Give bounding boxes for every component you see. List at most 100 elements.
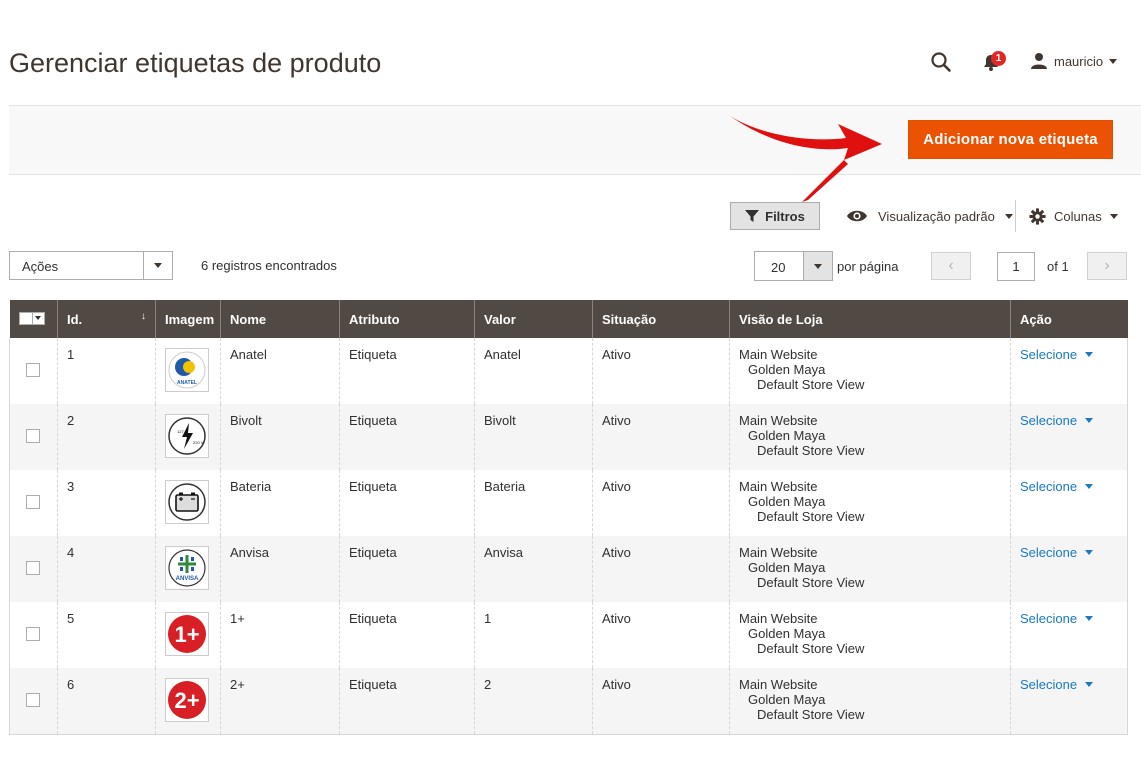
chevron-down-icon: [1085, 550, 1094, 555]
row-checkbox[interactable]: [26, 627, 40, 641]
row-action-select[interactable]: Selecione: [1020, 611, 1094, 626]
bivolt-logo-icon: 127 V 220 V: [168, 417, 206, 455]
row-checkbox[interactable]: [26, 363, 40, 377]
cell-id: 4: [57, 536, 156, 602]
view-label: Visualização padrão: [878, 208, 995, 224]
cell-store-view: Main Website Golden Maya Default Store Vie…: [729, 536, 1011, 602]
column-header-name[interactable]: Nome: [220, 300, 340, 338]
cell-id: 2: [57, 404, 156, 470]
row-action-select[interactable]: Selecione: [1020, 545, 1094, 560]
page-number-input[interactable]: 1: [997, 252, 1035, 281]
cell-attribute: Etiqueta: [339, 536, 475, 602]
label-thumbnail[interactable]: [165, 480, 209, 524]
cell-value: Anvisa: [474, 536, 593, 602]
divider: [1015, 200, 1016, 232]
chevron-down-icon: [1085, 418, 1094, 423]
cell-attribute: Etiqueta: [339, 602, 475, 668]
filters-button[interactable]: Filtros: [730, 202, 820, 230]
cell-value: 1: [474, 602, 593, 668]
per-page-select[interactable]: 20: [754, 251, 833, 281]
cell-name: 2+: [220, 668, 340, 735]
cell-id: 6: [57, 668, 156, 735]
select-all-column[interactable]: [9, 300, 58, 338]
notification-count-badge: 1: [991, 51, 1006, 66]
cell-attribute: Etiqueta: [339, 470, 475, 536]
labels-grid: Id. ↓ Imagem Nome Atributo Valor Situação…: [9, 300, 1128, 735]
row-checkbox[interactable]: [26, 495, 40, 509]
label-thumbnail[interactable]: 127 V 220 V: [165, 414, 209, 458]
previous-page-button[interactable]: ‹: [931, 252, 971, 280]
svg-text:2+: 2+: [174, 688, 199, 713]
mass-actions-select[interactable]: Ações: [9, 251, 173, 280]
eye-icon: [847, 210, 867, 222]
column-header-id[interactable]: Id. ↓: [57, 300, 156, 338]
row-action-select[interactable]: Selecione: [1020, 347, 1094, 362]
user-name: mauricio: [1054, 53, 1104, 69]
page-title: Gerenciar etiquetas de produto: [9, 48, 382, 78]
user-icon: [1031, 53, 1047, 69]
chevron-down-icon: [1085, 484, 1094, 489]
mass-actions-label: Ações: [22, 259, 59, 274]
cell-attribute: Etiqueta: [339, 668, 475, 735]
view-switcher[interactable]: Visualização padrão: [846, 208, 1013, 224]
user-menu[interactable]: mauricio: [1030, 52, 1118, 70]
cell-attribute: Etiqueta: [339, 404, 475, 470]
cell-value: Bateria: [474, 470, 593, 536]
label-thumbnail[interactable]: ANVISA: [165, 546, 209, 590]
table-row: 6 2+ 2+ Etiqueta 2 Ativo Main Website Gol…: [9, 668, 1128, 735]
chevron-down-icon: [1109, 58, 1118, 64]
two-plus-badge-icon: 2+: [168, 681, 206, 719]
row-action-select[interactable]: Selecione: [1020, 479, 1094, 494]
table-row: 2 127 V 220 V Bivolt Etiqueta Bivolt Ati…: [9, 404, 1128, 470]
per-page-label: por página: [837, 259, 899, 274]
row-action-select[interactable]: Selecione: [1020, 413, 1094, 428]
search-icon[interactable]: [930, 51, 952, 73]
cell-value: Bivolt: [474, 404, 593, 470]
cell-store-view: Main Website Golden Maya Default Store Vie…: [729, 668, 1011, 735]
cell-name: Anatel: [220, 338, 340, 404]
annotation-arrow: [730, 116, 882, 202]
cell-name: Bateria: [220, 470, 340, 536]
cell-name: Anvisa: [220, 536, 340, 602]
svg-text:220 V: 220 V: [193, 440, 204, 445]
label-thumbnail[interactable]: 1+: [165, 612, 209, 656]
cell-attribute: Etiqueta: [339, 338, 475, 404]
cell-store-view: Main Website Golden Maya Default Store Vie…: [729, 338, 1011, 404]
cell-status: Ativo: [592, 536, 730, 602]
column-header-attribute[interactable]: Atributo: [339, 300, 475, 338]
battery-icon: [168, 483, 206, 521]
cell-name: Bivolt: [220, 404, 340, 470]
cell-status: Ativo: [592, 602, 730, 668]
anvisa-logo-icon: ANVISA: [168, 549, 206, 587]
column-header-status[interactable]: Situação: [592, 300, 730, 338]
chevron-down-icon: [1109, 214, 1118, 219]
columns-control[interactable]: Colunas: [1029, 208, 1118, 225]
row-action-select[interactable]: Selecione: [1020, 677, 1094, 692]
table-row: 5 1+ 1+ Etiqueta 1 Ativo Main Website Gol…: [9, 602, 1128, 668]
next-page-button[interactable]: ›: [1087, 252, 1127, 280]
label-thumbnail[interactable]: ANATEL: [165, 348, 209, 392]
row-checkbox[interactable]: [26, 693, 40, 707]
label-thumbnail[interactable]: 2+: [165, 678, 209, 722]
table-row: 1 ANATEL Anatel Etiqueta Anatel Ativo Ma…: [9, 338, 1128, 404]
cell-value: 2: [474, 668, 593, 735]
row-checkbox[interactable]: [26, 429, 40, 443]
select-all-checkbox[interactable]: [18, 311, 45, 325]
column-header-image: Imagem: [155, 300, 221, 338]
page-total: of 1: [1047, 259, 1069, 274]
cell-store-view: Main Website Golden Maya Default Store Vie…: [729, 602, 1011, 668]
dropdown-toggle[interactable]: [143, 252, 172, 279]
svg-text:127 V: 127 V: [177, 429, 188, 434]
cell-id: 5: [57, 602, 156, 668]
row-checkbox[interactable]: [26, 561, 40, 575]
svg-text:ANATEL: ANATEL: [177, 380, 197, 386]
column-header-value[interactable]: Valor: [474, 300, 593, 338]
per-page-toggle[interactable]: [803, 252, 832, 280]
chevron-down-icon: [1085, 682, 1094, 687]
cell-status: Ativo: [592, 668, 730, 735]
column-header-store-view[interactable]: Visão de Loja: [729, 300, 1011, 338]
add-new-label-button[interactable]: Adicionar nova etiqueta: [908, 120, 1113, 159]
filter-icon: [745, 210, 760, 222]
one-plus-badge-icon: 1+: [168, 615, 206, 653]
gear-icon: [1029, 208, 1046, 225]
